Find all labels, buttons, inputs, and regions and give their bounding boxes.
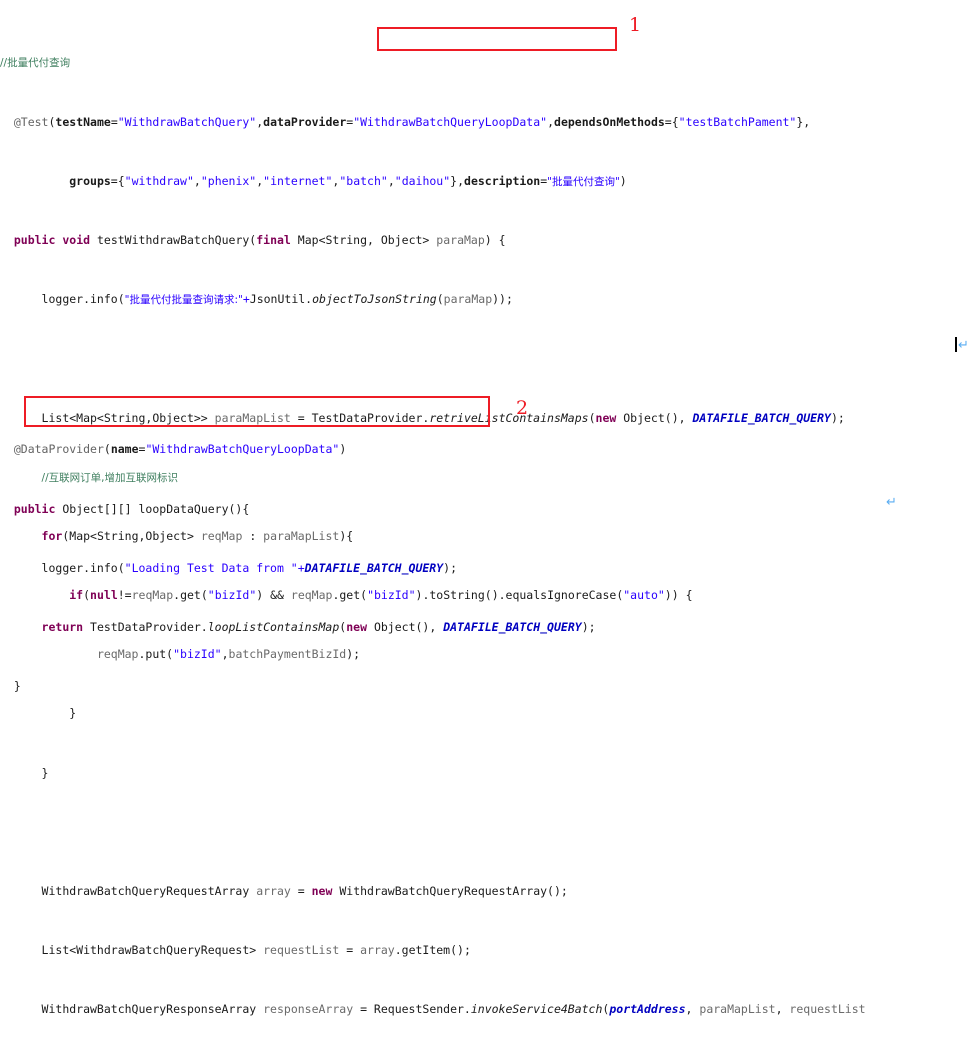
- code-line: @Test(testName="WithdrawBatchQuery",data…: [13, 114, 811, 129]
- code-line: @DataProvider(name="WithdrawBatchQueryLo…: [13, 442, 347, 457]
- code-line: public void testWithdrawBatchQuery(final…: [13, 232, 506, 247]
- code-line: }: [41, 765, 49, 780]
- code-line: logger.info("Loading Test Data from "+DA…: [41, 560, 458, 575]
- code-line: WithdrawBatchQueryRequestArray array = n…: [41, 884, 568, 899]
- code-block-dataprovider-method[interactable]: @DataProvider(name="WithdrawBatchQueryLo…: [0, 398, 596, 724]
- text-caret: [955, 337, 957, 352]
- paragraph-return-icon: ↵: [958, 338, 969, 353]
- annotation-marker-2: 2: [516, 397, 529, 419]
- code-line: //批量代付查询: [0, 57, 71, 70]
- annotation-marker-1: 1: [629, 14, 642, 36]
- code-line: WithdrawBatchQueryResponseArray response…: [41, 1002, 866, 1017]
- code-line: }: [13, 679, 21, 694]
- code-line: logger.info("批量代付批量查询请求:"+JsonUtil.objec…: [41, 292, 513, 307]
- code-line: List<WithdrawBatchQueryRequest> requestL…: [41, 943, 471, 958]
- code-line: groups={"withdraw","phenix","internet","…: [69, 173, 627, 188]
- paragraph-return-icon: ↵: [886, 495, 897, 510]
- code-editor-canvas[interactable]: //批量代付查询 @Test(testName="WithdrawBatchQu…: [0, 0, 976, 1016]
- code-line: return TestDataProvider.loopListContains…: [41, 619, 596, 634]
- code-line: public Object[][] loopDataQuery(){: [13, 501, 250, 516]
